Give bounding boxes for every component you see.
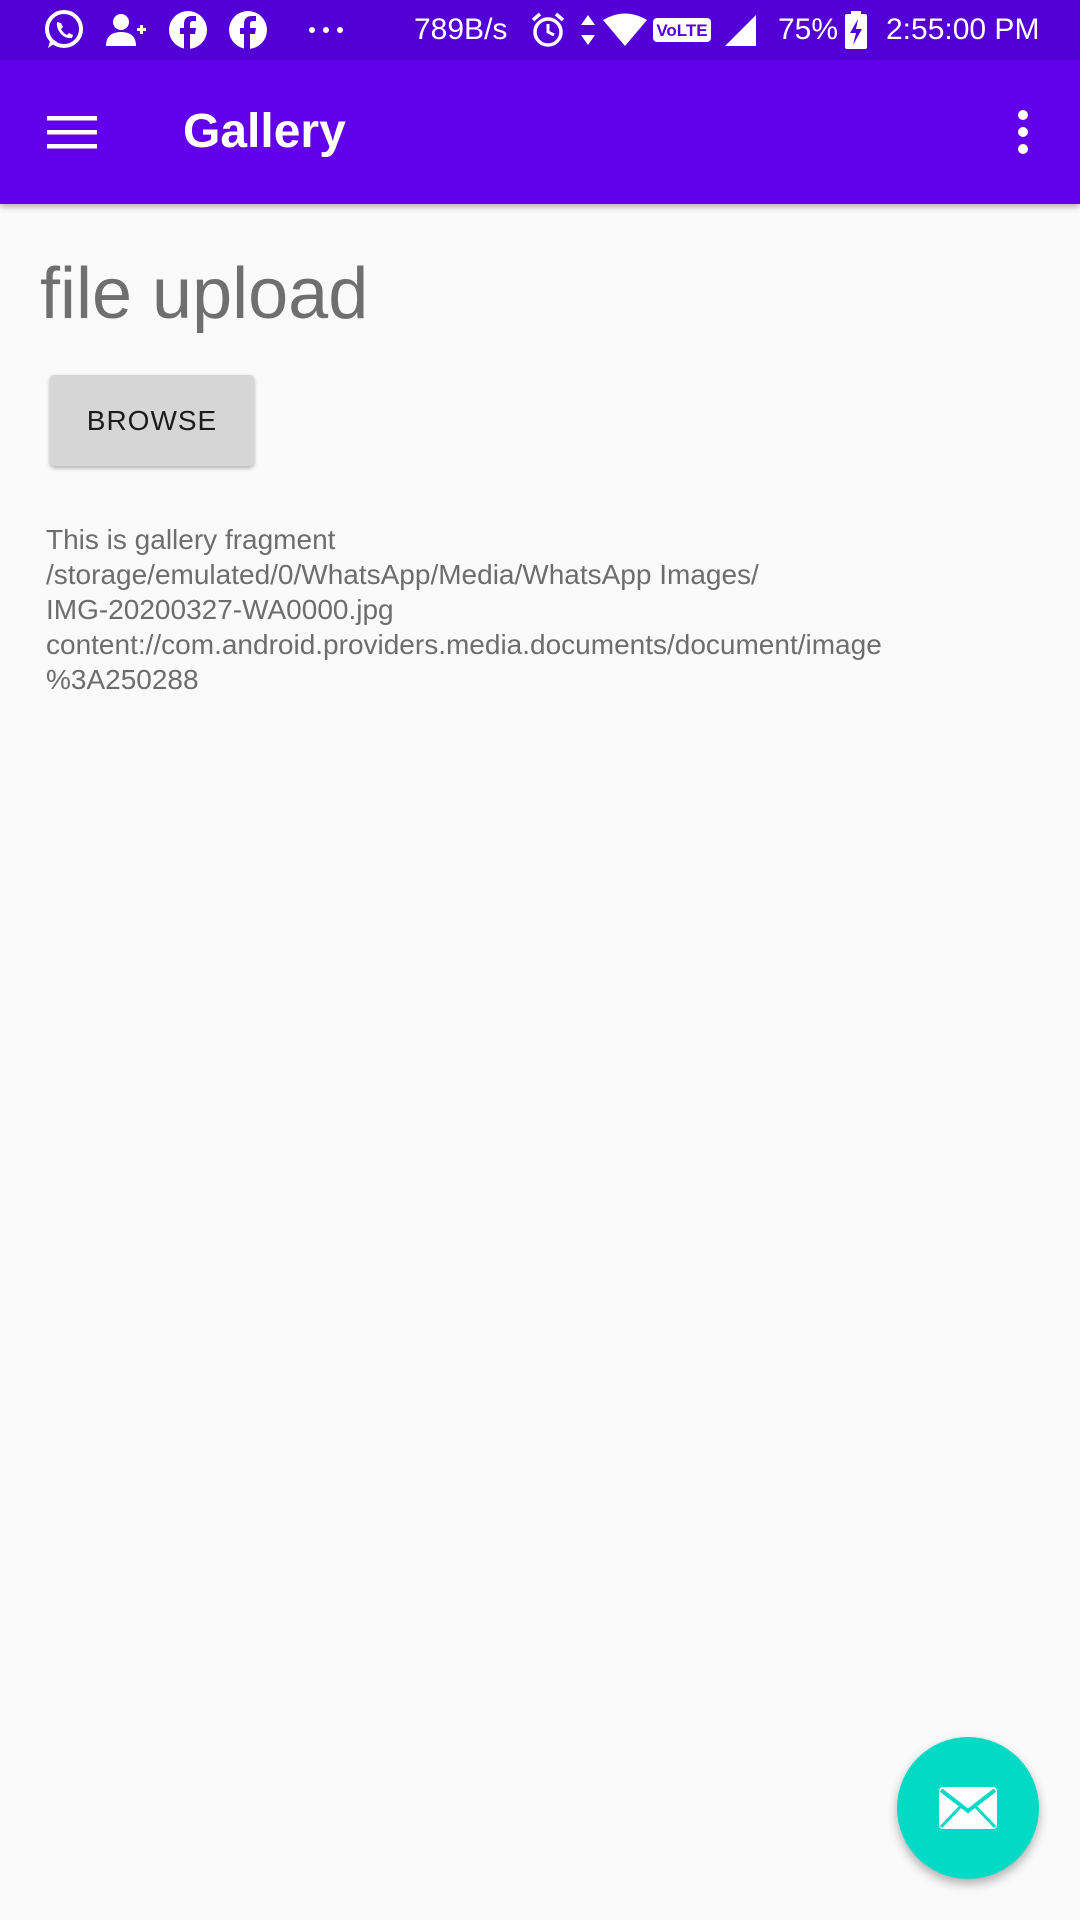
file-info-text: This is gallery fragment /storage/emulat… bbox=[46, 522, 1026, 697]
screen: 789B/s VoLTE 75% 2:55:00 PM Gallery file… bbox=[0, 0, 1080, 1920]
battery-percent: 75% bbox=[778, 13, 839, 46]
overflow-menu-icon bbox=[1018, 110, 1028, 154]
hamburger-menu-button[interactable] bbox=[24, 84, 120, 180]
app-bar: Gallery bbox=[0, 60, 1080, 204]
alarm-icon bbox=[528, 0, 568, 60]
data-arrows-icon bbox=[578, 0, 598, 60]
facebook-icon bbox=[164, 0, 212, 60]
overflow-menu-button[interactable] bbox=[975, 84, 1071, 180]
info-line: IMG-20200327-WA0000.jpg bbox=[46, 594, 394, 625]
battery-charging-icon bbox=[842, 0, 870, 60]
info-line: /storage/emulated/0/WhatsApp/Media/Whats… bbox=[46, 559, 759, 590]
status-bar: 789B/s VoLTE 75% 2:55:00 PM bbox=[0, 0, 1080, 60]
whatsapp-icon bbox=[40, 0, 88, 60]
email-fab-button[interactable] bbox=[897, 1737, 1039, 1879]
info-line: %3A250288 bbox=[46, 664, 199, 695]
hamburger-menu-icon bbox=[47, 116, 97, 149]
clock: 2:55:00 PM bbox=[886, 13, 1040, 46]
more-dots-icon bbox=[306, 0, 346, 60]
signal-icon bbox=[722, 0, 758, 60]
page-heading: file upload bbox=[40, 254, 369, 334]
volte-icon: VoLTE bbox=[652, 0, 712, 60]
toolbar-title: Gallery bbox=[183, 105, 346, 158]
facebook-icon bbox=[224, 0, 272, 60]
svg-text:VoLTE: VoLTE bbox=[656, 21, 707, 40]
person-add-icon bbox=[102, 0, 150, 60]
network-speed: 789B/s bbox=[414, 13, 508, 46]
info-line: This is gallery fragment bbox=[46, 524, 336, 555]
email-icon bbox=[939, 1787, 997, 1829]
browse-button[interactable]: BROWSE bbox=[50, 375, 254, 466]
wifi-icon bbox=[602, 0, 648, 60]
info-line: content://com.android.providers.media.do… bbox=[46, 629, 882, 660]
